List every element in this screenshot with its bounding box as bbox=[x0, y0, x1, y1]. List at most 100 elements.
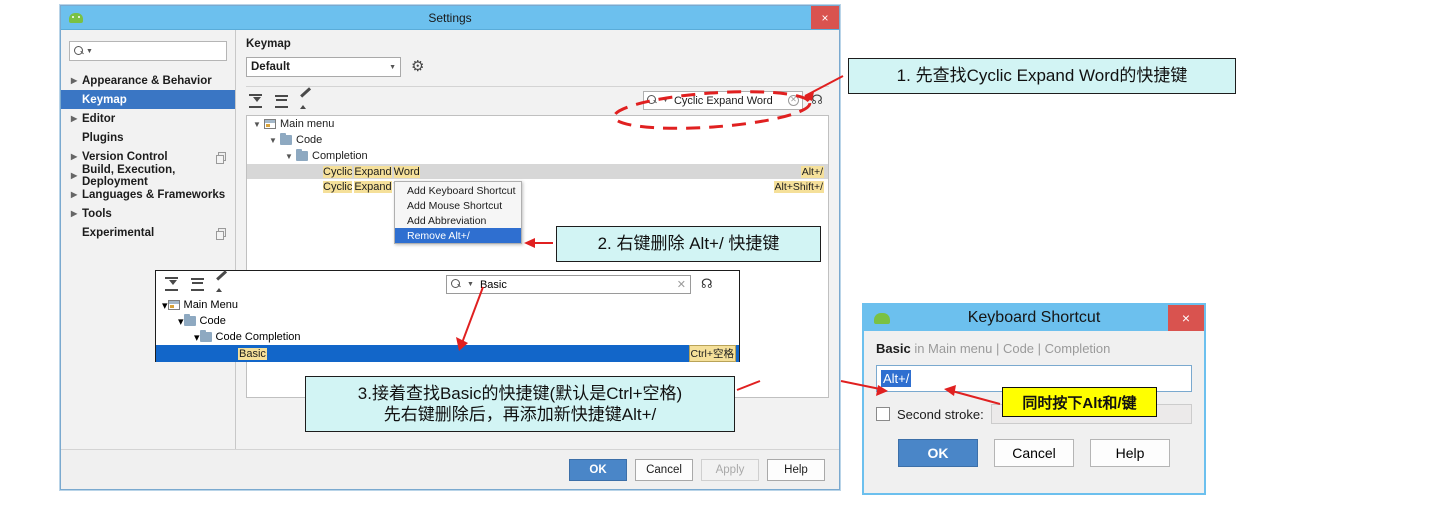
sidebar-item-plugins[interactable]: Plugins bbox=[61, 128, 235, 147]
chevron-down-icon: ▾ bbox=[194, 331, 200, 344]
settings-sidebar: ▼ ▶ Appearance & Behavior Keymap ▶ Edito… bbox=[61, 30, 236, 449]
context-menu-item-add-mouse-shortcut[interactable]: Add Mouse Shortcut bbox=[395, 198, 521, 213]
keymap-search-box[interactable]: ▼ ✕ bbox=[643, 91, 803, 110]
sidebar-item-keymap[interactable]: Keymap bbox=[61, 90, 235, 109]
keyboard-shortcut-title-bar: Keyboard Shortcut × bbox=[864, 305, 1204, 331]
tree-action-label: Basic bbox=[238, 347, 267, 360]
tree-node-completion[interactable]: ▼ Completion bbox=[247, 148, 828, 164]
tree-node-label: Main menu bbox=[280, 118, 335, 130]
edit-shortcut-icon[interactable] bbox=[298, 93, 318, 109]
apply-button[interactable]: Apply bbox=[701, 458, 759, 481]
chevron-down-icon: ▼ bbox=[253, 119, 261, 129]
chevron-right-icon: ▶ bbox=[71, 171, 78, 180]
tree-action-row-cyclic-expand-word[interactable]: Cyclic Expand Word Alt+/ bbox=[247, 164, 828, 179]
copy-settings-icon[interactable] bbox=[216, 152, 226, 164]
expand-all-icon[interactable] bbox=[246, 93, 266, 109]
annotation-note-1: 1. 先查找Cyclic Expand Word的快捷键 bbox=[848, 58, 1236, 94]
shortcut-context-label: Basic in Main menu | Code | Completion bbox=[876, 341, 1192, 356]
annotation-note-yellow: 同时按下Alt和/键 bbox=[1002, 387, 1157, 417]
sidebar-item-languages-frameworks[interactable]: ▶ Languages & Frameworks bbox=[61, 185, 235, 204]
folder-icon bbox=[280, 133, 292, 145]
annotation-note-2: 2. 右键删除 Alt+/ 快捷键 bbox=[556, 226, 821, 262]
gear-icon[interactable] bbox=[411, 57, 425, 75]
cancel-button[interactable]: Cancel bbox=[994, 439, 1074, 467]
collapse-all-icon[interactable] bbox=[272, 93, 292, 109]
search-icon bbox=[451, 279, 462, 290]
sidebar-item-label: Build, Execution, Deployment bbox=[82, 163, 176, 188]
keymap-search-overlay-panel: ▼ ✕ ☊ ▾ Main Menu ▾ Code ▾ Code Completi… bbox=[155, 270, 740, 362]
clear-icon[interactable]: ✕ bbox=[788, 95, 799, 106]
chevron-right-icon: ▶ bbox=[71, 209, 78, 218]
sidebar-item-label: Version Control bbox=[82, 150, 168, 163]
sidebar-item-build-execution-deployment[interactable]: ▶ Build, Execution, Deployment bbox=[61, 163, 235, 188]
keymap-search-input[interactable] bbox=[671, 93, 785, 108]
sidebar-item-editor[interactable]: ▶ Editor bbox=[61, 109, 235, 128]
cancel-button[interactable]: Cancel bbox=[635, 458, 693, 481]
help-button[interactable]: Help bbox=[1090, 439, 1170, 467]
collapse-all-icon[interactable] bbox=[188, 276, 208, 292]
overlay-tree-node-main-menu[interactable]: ▾ Main Menu bbox=[156, 297, 739, 313]
overlay-search-input[interactable] bbox=[477, 277, 673, 292]
help-button[interactable]: Help bbox=[767, 458, 825, 481]
shortcut-action-path: in Main menu | Code | Completion bbox=[910, 341, 1111, 356]
overlay-search-box[interactable]: ▼ ✕ bbox=[446, 275, 691, 294]
overlay-tree-action-row-basic[interactable]: Basic Ctrl+空格 bbox=[156, 345, 739, 362]
annotation-note-3-line-2: 先右键删除后，再添加新快捷键Alt+/ bbox=[383, 405, 657, 424]
sidebar-item-tools[interactable]: ▶ Tools bbox=[61, 204, 235, 223]
expand-all-icon[interactable] bbox=[162, 276, 182, 292]
edit-shortcut-icon[interactable] bbox=[214, 276, 234, 292]
annotation-note-3-line-1: 3.接着查找Basic的快捷键(默认是Ctrl+空格) bbox=[357, 383, 683, 403]
chevron-right-icon: ▶ bbox=[71, 76, 78, 85]
tree-node-main-menu[interactable]: ▼ Main menu bbox=[247, 116, 828, 132]
chevron-down-icon: ▼ bbox=[662, 97, 669, 104]
settings-footer: OK Cancel Apply Help bbox=[61, 449, 839, 489]
sidebar-item-appearance-behavior[interactable]: ▶ Appearance & Behavior bbox=[61, 71, 235, 90]
chevron-down-icon: ▼ bbox=[389, 63, 396, 71]
second-stroke-label: Second stroke: bbox=[897, 406, 984, 422]
context-menu-item-add-keyboard-shortcut[interactable]: Add Keyboard Shortcut bbox=[395, 183, 521, 198]
shortcut-badge: Ctrl+空格 bbox=[688, 345, 736, 362]
folder-icon bbox=[296, 149, 308, 161]
chevron-down-icon: ▼ bbox=[269, 135, 277, 145]
sidebar-item-label: Plugins bbox=[82, 131, 124, 144]
keymap-select-value: Default bbox=[251, 61, 290, 73]
context-menu-item-add-abbreviation[interactable]: Add Abbreviation bbox=[395, 213, 521, 228]
sidebar-item-label: Keymap bbox=[82, 93, 127, 106]
page-title: Keymap bbox=[246, 38, 291, 50]
ok-button[interactable]: OK bbox=[569, 458, 627, 481]
second-stroke-checkbox[interactable] bbox=[876, 407, 890, 421]
keymap-select[interactable]: Default ▼ bbox=[246, 57, 401, 77]
shortcut-badge: Alt+/ bbox=[800, 165, 824, 178]
overlay-tree-node-code[interactable]: ▾ Code bbox=[156, 313, 739, 329]
sidebar-item-experimental[interactable]: Experimental bbox=[61, 223, 235, 242]
sidebar-item-label: Appearance & Behavior bbox=[82, 74, 212, 87]
sidebar-search-input[interactable]: ▼ bbox=[69, 41, 227, 61]
context-menu-item-remove-shortcut[interactable]: Remove Alt+/ bbox=[395, 228, 521, 243]
chevron-down-icon: ▼ bbox=[467, 281, 474, 288]
tree-action-row-cyclic-expand-w[interactable]: CyclicExpandW Alt+Shift+/ bbox=[247, 179, 828, 194]
close-icon[interactable]: × bbox=[811, 6, 839, 29]
sidebar-item-label: Tools bbox=[82, 207, 112, 220]
chevron-right-icon: ▶ bbox=[71, 114, 78, 123]
copy-settings-icon[interactable] bbox=[216, 228, 226, 240]
sidebar-item-label: Editor bbox=[82, 112, 116, 125]
keymap-select-row: Default ▼ bbox=[246, 57, 829, 77]
close-icon[interactable]: × bbox=[1168, 305, 1204, 331]
tree-node-code[interactable]: ▼ Code bbox=[247, 132, 828, 148]
overlay-tree-node-code-completion[interactable]: ▾ Code Completion bbox=[156, 329, 739, 345]
clear-icon[interactable]: ✕ bbox=[677, 278, 686, 291]
folder-icon bbox=[183, 314, 196, 326]
search-icon bbox=[74, 45, 85, 57]
keyboard-shortcut-dialog-title: Keyboard Shortcut bbox=[967, 309, 1101, 326]
settings-window-title: Settings bbox=[428, 10, 472, 25]
settings-title-bar: Settings × bbox=[61, 6, 839, 30]
filter-icon[interactable]: ☊ bbox=[809, 92, 825, 108]
tree-action-label: CyclicExpandW bbox=[323, 180, 405, 193]
sidebar-item-label: Experimental bbox=[82, 226, 155, 239]
annotation-note-3: 3.接着查找Basic的快捷键(默认是Ctrl+空格) 先右键删除后，再添加新快… bbox=[305, 376, 735, 432]
filter-icon[interactable]: ☊ bbox=[701, 276, 713, 292]
shortcut-action-name: Basic bbox=[876, 341, 911, 356]
tree-node-label: Code Completion bbox=[215, 331, 301, 343]
chevron-right-icon: ▶ bbox=[71, 190, 78, 199]
ok-button[interactable]: OK bbox=[898, 439, 978, 467]
